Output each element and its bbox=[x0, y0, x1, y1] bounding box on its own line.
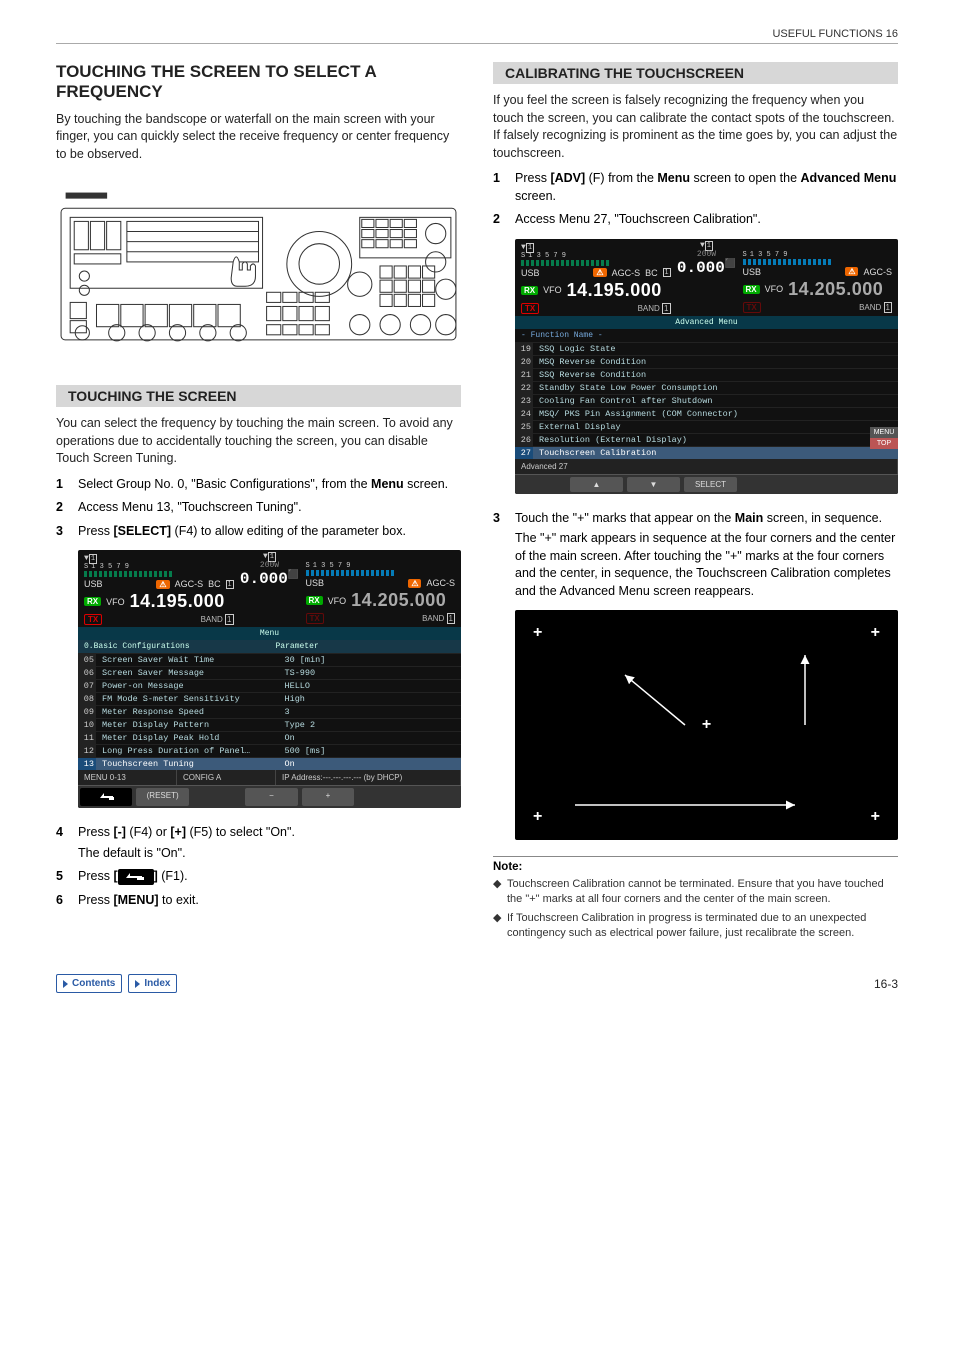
index-button[interactable]: Index bbox=[128, 974, 177, 993]
steps-list-1: 1Select Group No. 0, "Basic Configuratio… bbox=[56, 476, 461, 541]
page-number: 16-3 bbox=[874, 977, 898, 991]
steps-list-2: 4Press [-] (F4) or [+] (F5) to select "O… bbox=[56, 824, 461, 909]
touching-screen-body: You can select the frequency by touching… bbox=[56, 415, 461, 468]
calibrating-heading: CALIBRATING THE TOUCHSCREEN bbox=[493, 62, 898, 84]
menu-back-icon bbox=[118, 869, 154, 885]
menu-screenshot-2: ▼1 S1 3 5 7 9 USB ⚠AGC-S BC1 RXVFO14.195… bbox=[515, 239, 898, 494]
menu-side-tab: MENU TOP bbox=[870, 427, 898, 449]
left-column: TOUCHING THE SCREEN TO SELECT A FREQUENC… bbox=[56, 62, 461, 944]
left-intro: By touching the bandscope or waterfall o… bbox=[56, 111, 461, 164]
calibrating-body: If you feel the screen is falsely recogn… bbox=[493, 92, 898, 162]
touching-screen-heading: TOUCHING THE SCREEN bbox=[56, 385, 461, 407]
steps-list-3: 1Press [ADV] (F) from the Menu screen to… bbox=[493, 170, 898, 229]
page-header: USEFUL FUNCTIONS 16 bbox=[56, 28, 898, 44]
menu-screenshot-1: ▼1 S1 3 5 7 9 USB ⚠ AGC-S BC1 RX VFO bbox=[78, 550, 461, 808]
steps-list-4: 3 Touch the "+" marks that appear on the… bbox=[493, 510, 898, 601]
calibration-diagram: + + + + + bbox=[515, 610, 898, 840]
note-block: Note: ◆Touchscreen Calibration cannot be… bbox=[493, 856, 898, 940]
right-column: CALIBRATING THE TOUCHSCREEN If you feel … bbox=[493, 62, 898, 944]
contents-button[interactable]: Contents bbox=[56, 974, 122, 993]
left-title: TOUCHING THE SCREEN TO SELECT A FREQUENC… bbox=[56, 62, 461, 103]
radio-illustration bbox=[56, 179, 461, 359]
